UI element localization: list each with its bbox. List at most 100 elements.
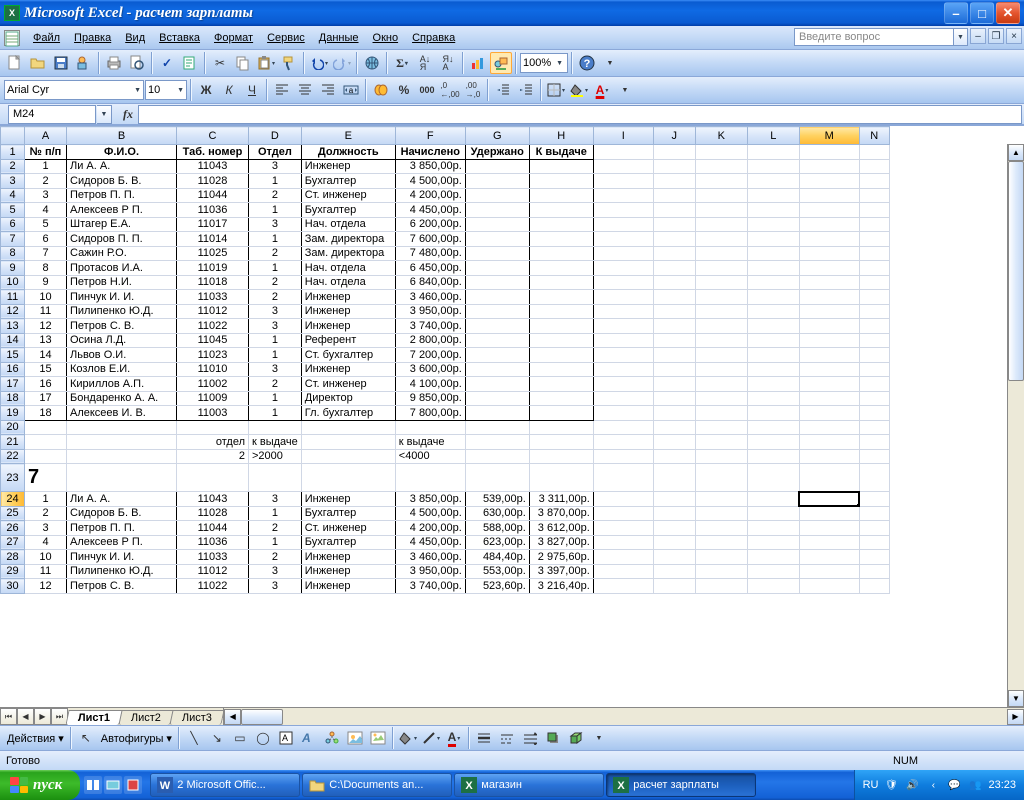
row-header-28[interactable]: 28	[1, 550, 25, 565]
scroll-right-button[interactable]: ▶	[1007, 709, 1024, 725]
table-cell[interactable]: Ст. инженер	[301, 521, 395, 536]
table-cell[interactable]: 3	[249, 159, 302, 174]
table-cell[interactable]: 10	[25, 290, 67, 305]
insert-picture-button[interactable]	[367, 727, 389, 749]
ask-dropdown[interactable]: ▼	[954, 28, 968, 46]
arrow-style-button[interactable]	[519, 727, 541, 749]
table-cell[interactable]: Сажин Р.О.	[67, 246, 177, 261]
research-button[interactable]	[179, 52, 201, 74]
line-button[interactable]: ╲	[183, 727, 205, 749]
underline-button[interactable]: Ч	[241, 79, 263, 101]
drawing-actions-menu[interactable]: Действия ▾	[4, 732, 67, 745]
font-name-select[interactable]: Arial Cyr▼	[4, 80, 144, 100]
table-cell[interactable]: Инженер	[301, 159, 395, 174]
menu-tools[interactable]: Сервис	[260, 29, 312, 47]
row-header-4[interactable]: 4	[1, 188, 25, 203]
table-cell[interactable]: 3 216,40р.	[529, 579, 593, 594]
chart-wizard-button[interactable]	[467, 52, 489, 74]
table-cell[interactable]	[529, 304, 593, 319]
col-header-I[interactable]: I	[593, 127, 653, 145]
table-cell[interactable]: 11019	[177, 261, 249, 276]
table-cell[interactable]	[529, 377, 593, 392]
table-cell[interactable]: Алексеев Р П.	[67, 535, 177, 550]
table-cell[interactable]: 1	[249, 506, 302, 521]
sheet-nav-first[interactable]: ⏮	[0, 708, 17, 725]
toolbar-options-button[interactable]: ▼	[599, 52, 621, 74]
table-cell[interactable]	[465, 188, 529, 203]
table-cell[interactable]: 6	[25, 232, 67, 247]
col-header-A[interactable]: A	[25, 127, 67, 145]
menu-window[interactable]: Окно	[366, 29, 406, 47]
table-cell[interactable]: Петров П. П.	[67, 521, 177, 536]
table-header[interactable]: Удержано	[465, 145, 529, 160]
table-cell[interactable]: 4	[25, 203, 67, 218]
table-cell[interactable]: 4 450,00р.	[395, 535, 465, 550]
table-cell[interactable]: Инженер	[301, 564, 395, 579]
table-cell[interactable]: 3 311,00р.	[529, 492, 593, 507]
table-cell[interactable]: 3	[249, 319, 302, 334]
row-header-6[interactable]: 6	[1, 217, 25, 232]
table-cell[interactable]: 2	[25, 174, 67, 189]
table-cell[interactable]	[465, 159, 529, 174]
table-cell[interactable]: 11002	[177, 377, 249, 392]
decrease-decimal-button[interactable]: ,00→,0	[462, 79, 484, 101]
hyperlink-button[interactable]	[361, 52, 383, 74]
table-cell[interactable]	[465, 203, 529, 218]
autosum-button[interactable]: Σ	[391, 52, 413, 74]
table-cell[interactable]: 3 612,00р.	[529, 521, 593, 536]
select-objects-button[interactable]: ↖	[75, 727, 97, 749]
table-cell[interactable]: 11010	[177, 362, 249, 377]
font-color-draw-button[interactable]: А	[443, 727, 465, 749]
table-cell[interactable]: 11036	[177, 203, 249, 218]
table-cell[interactable]: 539,00р.	[465, 492, 529, 507]
table-cell[interactable]: Инженер	[301, 492, 395, 507]
maximize-button[interactable]: □	[970, 2, 994, 24]
table-header[interactable]: Таб. номер	[177, 145, 249, 160]
tray-icon-2[interactable]: 🔊	[904, 777, 920, 793]
ql-show-desktop-icon[interactable]	[104, 776, 122, 794]
table-cell[interactable]: Ст. инженер	[301, 188, 395, 203]
table-cell[interactable]: Сидоров Б. В.	[67, 506, 177, 521]
table-cell[interactable]: 11009	[177, 391, 249, 406]
table-cell[interactable]: Инженер	[301, 362, 395, 377]
format-painter-button[interactable]	[278, 52, 300, 74]
increase-decimal-button[interactable]: ,0←,00	[439, 79, 461, 101]
row-header-5[interactable]: 5	[1, 203, 25, 218]
table-cell[interactable]: 2	[249, 550, 302, 565]
scroll-down-button[interactable]: ▼	[1008, 690, 1024, 707]
table-cell[interactable]	[529, 391, 593, 406]
col-header-G[interactable]: G	[465, 127, 529, 145]
col-header-E[interactable]: E	[301, 127, 395, 145]
table-cell[interactable]: 4	[25, 535, 67, 550]
table-cell[interactable]: 3 827,00р.	[529, 535, 593, 550]
table-cell[interactable]	[529, 261, 593, 276]
row-header-12[interactable]: 12	[1, 304, 25, 319]
table-cell[interactable]: 4 500,00р.	[395, 506, 465, 521]
table-cell[interactable]: 11017	[177, 217, 249, 232]
italic-button[interactable]: К	[218, 79, 240, 101]
sheet-nav-prev[interactable]: ◀	[17, 708, 34, 725]
table-cell[interactable]: Осина Л.Д.	[67, 333, 177, 348]
table-cell[interactable]: 11033	[177, 290, 249, 305]
oval-button[interactable]: ◯	[252, 727, 274, 749]
help-button[interactable]: ?	[576, 52, 598, 74]
fill-color-button[interactable]	[568, 79, 590, 101]
table-cell[interactable]: Петров Н.И.	[67, 275, 177, 290]
table-header[interactable]: Ф.И.О.	[67, 145, 177, 160]
row-header-15[interactable]: 15	[1, 348, 25, 363]
tray-chevron-icon[interactable]: ‹	[925, 777, 941, 793]
table-cell[interactable]: 11012	[177, 564, 249, 579]
table-cell[interactable]: 523,60р.	[465, 579, 529, 594]
table-cell[interactable]: 3 740,00р.	[395, 579, 465, 594]
copy-button[interactable]	[232, 52, 254, 74]
taskbar-button[interactable]: W2 Microsoft Offic...	[150, 773, 300, 797]
table-cell[interactable]: 2	[25, 506, 67, 521]
table-cell[interactable]: 1	[249, 348, 302, 363]
paste-button[interactable]	[255, 52, 277, 74]
table-cell[interactable]: 1	[249, 333, 302, 348]
table-cell[interactable]	[529, 290, 593, 305]
table-cell[interactable]: Пилипенко Ю.Д.	[67, 304, 177, 319]
row-header-24[interactable]: 24	[1, 492, 25, 507]
menu-edit[interactable]: Правка	[67, 29, 118, 47]
diagram-button[interactable]	[321, 727, 343, 749]
